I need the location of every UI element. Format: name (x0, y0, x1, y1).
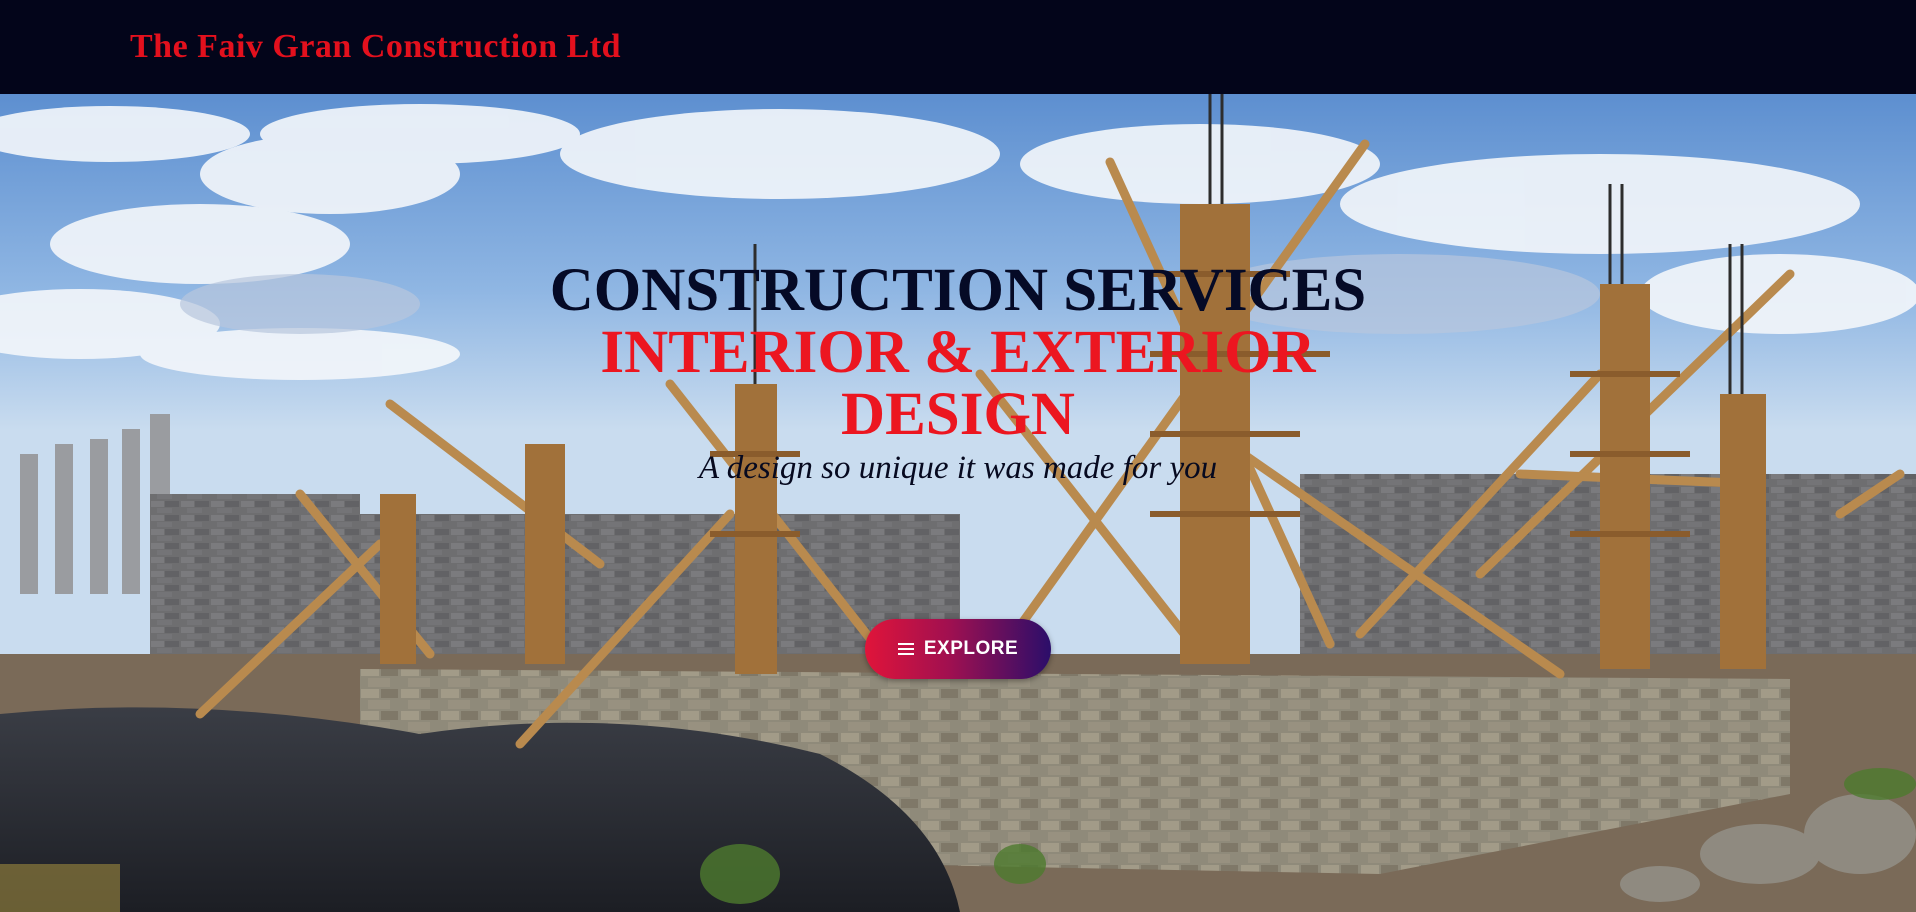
hero-heading-block: CONSTRUCTION SERVICES INTERIOR & EXTERIO… (0, 260, 1916, 487)
brand-logo-text[interactable]: The Faiv Gran Construction Ltd (130, 28, 621, 66)
hero-section: CONSTRUCTION SERVICES INTERIOR & EXTERIO… (0, 94, 1916, 912)
hero-tagline: A design so unique it was made for you (698, 450, 1218, 486)
hero-title-line-3: DESIGN (841, 381, 1075, 448)
explore-button[interactable]: EXPLORE (865, 619, 1051, 679)
hero-background-image (0, 94, 1916, 912)
navbar: The Faiv Gran Construction Ltd (0, 0, 1916, 94)
hero-title-line-2: INTERIOR & EXTERIOR (600, 319, 1316, 386)
hero-title-line-1: CONSTRUCTION SERVICES (549, 257, 1367, 324)
explore-button-label: EXPLORE (923, 638, 1019, 659)
menu-icon (897, 643, 914, 655)
